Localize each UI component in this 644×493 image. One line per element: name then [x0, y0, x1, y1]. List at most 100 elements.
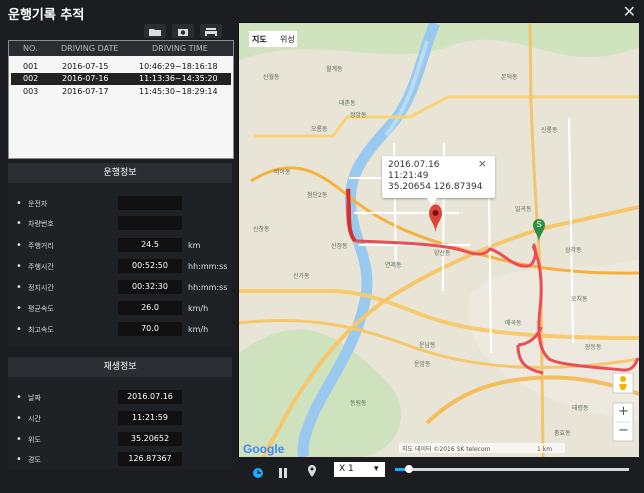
map-label-18: 오치동	[571, 295, 588, 303]
map-label-24: 충효동	[554, 429, 571, 437]
driver-label: 운전자	[28, 200, 48, 208]
row-time: 11:45:30~18:29:14	[139, 87, 218, 96]
speed-select[interactable]: X 1 ▾	[334, 462, 385, 477]
row-no: 001	[23, 62, 39, 71]
driving-time-unit: hh:mm:ss	[188, 262, 228, 271]
map-label-8: 신창동	[253, 225, 270, 233]
map-label-6: 비아동	[274, 168, 291, 176]
max-speed-label: 최고속도	[28, 326, 54, 334]
info-row-driver: • 운전자	[8, 195, 232, 212]
bullet-icon: •	[16, 303, 22, 314]
map-label-17: 삼각동	[565, 246, 582, 254]
column-driving-time: DRIVING TIME	[152, 44, 208, 53]
map-label-3: 쌍암동	[350, 111, 367, 119]
pause-icon[interactable]	[278, 464, 288, 478]
close-icon[interactable]: ✕	[623, 2, 636, 21]
distance-label: 주행거리	[28, 242, 54, 250]
bullet-icon: •	[16, 324, 22, 335]
playback-slider-track[interactable]	[395, 468, 629, 471]
longitude-value: 126.87367	[118, 452, 182, 466]
location-popup: 2016.07.16 11:21:49 35.20654 126.87394 ×	[382, 156, 495, 198]
location-pin-icon[interactable]	[307, 463, 317, 477]
driving-time-value: 00:52:50	[118, 259, 182, 273]
toolbar	[8, 24, 232, 40]
table-row[interactable]: 001 2016-07-15 10:46:29~18:16:18	[11, 61, 231, 73]
zoom-out-button[interactable]: −	[618, 424, 629, 437]
driving-time-label: 주행시간	[28, 263, 54, 271]
map-copyright: 지도 데이터 ©2016 SK telecom	[402, 445, 491, 453]
driver-value	[118, 196, 182, 210]
title-bar: 운행기록 추적 ✕	[0, 0, 644, 24]
speed-value: X 1	[339, 464, 354, 474]
close-popup-icon[interactable]: ×	[478, 158, 487, 169]
camera-icon[interactable]	[172, 24, 194, 38]
stop-time-value: 00:32:30	[118, 280, 182, 294]
popup-tail	[427, 198, 437, 206]
table-row-selected[interactable]: 002 2016-07-16 11:13:36~14:35:20	[11, 73, 231, 85]
stop-time-unit: hh:mm:ss	[188, 283, 228, 292]
info-row-average-speed: • 평균속도 26.0 km/h	[8, 300, 232, 317]
table-header: NO. DRIVING DATE DRIVING TIME	[9, 41, 233, 56]
map-view[interactable]: S 산월동 월계동 쌍암동 오룡동 대촌동 비아동 첨단2동 신창동 산정동 연…	[238, 22, 639, 457]
bullet-icon: •	[16, 282, 22, 293]
bullet-icon: •	[16, 198, 22, 209]
playback-slider-thumb[interactable]	[405, 465, 414, 473]
row-time: 10:46:29~18:16:18	[139, 62, 218, 71]
playback-controls: X 1 ▾	[244, 457, 637, 487]
info-row-max-speed: • 최고속도 70.0 km/h	[8, 321, 232, 338]
latitude-value: 35.20652	[118, 432, 182, 446]
folder-icon[interactable]	[144, 24, 166, 38]
bullet-icon: •	[16, 413, 22, 424]
playback-row-time: • 시간 11:21:59	[8, 410, 232, 427]
map-label-2: 월계동	[326, 65, 343, 73]
playback-row-date: • 날짜 2016.07.16	[8, 389, 232, 406]
map-label-21: 동림동	[350, 399, 367, 407]
map-tab-satellite[interactable]: 위성	[280, 34, 295, 45]
info-row-stop-time: • 정지시간 00:32:30 hh:mm:ss	[8, 279, 232, 296]
drive-info-title: 운행정보	[8, 163, 232, 183]
playback-date-value: 2016.07.16	[118, 390, 182, 404]
map-type-tabs: 지도 위성	[249, 31, 297, 47]
playback-time-value: 11:21:59	[118, 411, 182, 425]
row-date: 2016-07-15	[62, 62, 109, 71]
map-label-11: 신가동	[293, 272, 310, 280]
playback-info-panel: 재생정보 • 날짜 2016.07.16 • 시간 11:21:59 • 위도 …	[8, 357, 232, 469]
bullet-icon: •	[16, 454, 22, 465]
map-label-16: 일곡동	[515, 205, 532, 213]
playback-time-label: 시간	[28, 415, 41, 423]
row-no: 002	[23, 74, 39, 83]
stop-time-label: 정지시간	[28, 284, 54, 292]
window-title: 운행기록 추적	[8, 8, 85, 23]
popup-time: 11:21:49	[388, 171, 429, 181]
map-label-10: 연제동	[385, 261, 402, 269]
latitude-label: 위도	[28, 436, 41, 444]
driving-record-table: NO. DRIVING DATE DRIVING TIME 001 2016-0…	[8, 40, 234, 159]
clock-icon[interactable]	[252, 464, 264, 478]
map-label-23: 태령동	[572, 404, 589, 412]
vehicle-label: 차량번호	[28, 220, 54, 228]
bullet-icon: •	[16, 434, 22, 445]
max-speed-value: 70.0	[118, 322, 182, 336]
bullet-icon: •	[16, 240, 22, 251]
map-label-22: 장등동	[585, 343, 602, 351]
map-label-14: 신룡동	[541, 126, 558, 134]
average-speed-value: 26.0	[118, 301, 182, 315]
map-tab-map[interactable]: 지도	[252, 34, 267, 45]
zoom-in-button[interactable]: +	[618, 405, 629, 418]
table-row[interactable]: 003 2016-07-17 11:45:30~18:29:14	[11, 86, 231, 98]
google-logo: Google	[243, 442, 285, 456]
bullet-icon: •	[16, 218, 22, 229]
map-label-5: 대촌동	[339, 99, 356, 107]
info-row-driving-time: • 주행시간 00:52:50 hh:mm:ss	[8, 258, 232, 275]
max-speed-unit: km/h	[188, 325, 209, 334]
average-speed-unit: km/h	[188, 304, 209, 313]
playback-row-latitude: • 위도 35.20652	[8, 431, 232, 448]
printer-icon[interactable]	[200, 24, 222, 38]
distance-unit: km	[188, 241, 201, 250]
map-label-1: 산월동	[263, 73, 280, 81]
map-label-12: 운남동	[419, 341, 436, 349]
row-time: 11:13:36~14:35:20	[139, 74, 218, 83]
column-driving-date: DRIVING DATE	[61, 44, 119, 53]
chevron-down-icon: ▾	[374, 464, 379, 474]
distance-value: 24.5	[118, 238, 182, 252]
